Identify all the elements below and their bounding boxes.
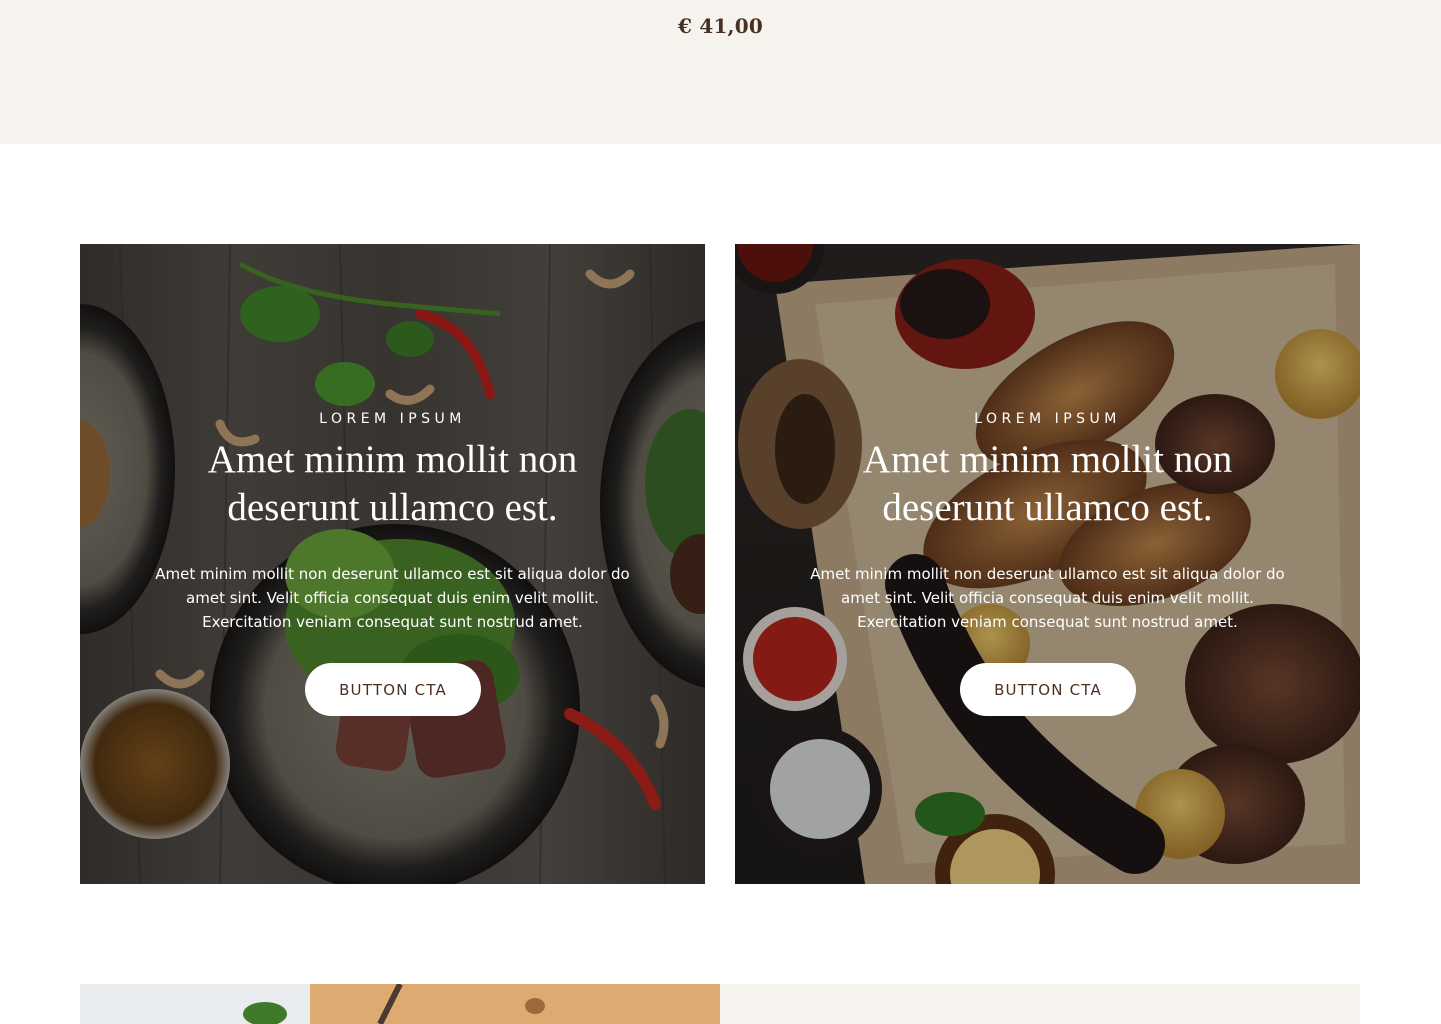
card-eyebrow: LOREM IPSUM: [319, 411, 466, 427]
card-eyebrow: LOREM IPSUM: [974, 411, 1121, 427]
cutting-board-photo: [80, 984, 720, 1024]
promo-card-right: LOREM IPSUM Amet minim mollit non deseru…: [735, 244, 1360, 884]
card-cta-button[interactable]: BUTTON CTA: [960, 663, 1136, 716]
promo-card-left: LOREM IPSUM Amet minim mollit non deseru…: [80, 244, 705, 884]
promo-card-content: LOREM IPSUM Amet minim mollit non deseru…: [80, 244, 705, 884]
card-description: Amet minim mollit non deserunt ullamco e…: [155, 565, 630, 631]
product-price-section: € 41,00: [0, 0, 1441, 144]
product-price: € 41,00: [678, 14, 763, 38]
card-cta-button[interactable]: BUTTON CTA: [305, 663, 481, 716]
card-title: Amet minim mollit non deserunt ullamco e…: [207, 438, 578, 529]
promo-card-content: LOREM IPSUM Amet minim mollit non deseru…: [735, 244, 1360, 884]
bottom-feature-panel: [720, 984, 1360, 1024]
card-description: Amet minim mollit non deserunt ullamco e…: [810, 565, 1285, 631]
card-title: Amet minim mollit non deserunt ullamco e…: [862, 438, 1233, 529]
bottom-feature-image: [80, 984, 720, 1024]
